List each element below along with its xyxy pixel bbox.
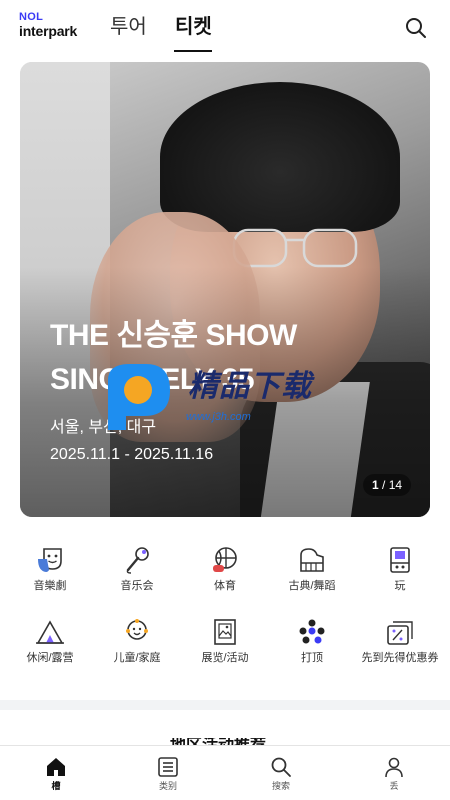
dots-cluster-icon	[299, 619, 325, 644]
category-label: 音樂劇	[33, 580, 67, 592]
category-sports[interactable]: 体育	[180, 545, 270, 605]
active-tab-indicator	[174, 50, 212, 52]
category-label: 休闲/露营	[26, 652, 74, 664]
hero-dates: 2025.11.1 - 2025.11.16	[50, 446, 214, 463]
coupon-icon	[387, 621, 413, 645]
theater-mask-icon	[38, 548, 62, 572]
pager-total: 14	[388, 478, 403, 492]
category-label: 玩	[394, 580, 406, 592]
watermark-url: www.j3h.com	[186, 411, 251, 423]
picture-frame-icon	[214, 619, 236, 645]
search-icon	[271, 757, 291, 777]
category-label: 古典/舞蹈	[288, 580, 336, 592]
tab-ticket[interactable]: 티켓	[175, 14, 212, 40]
category-leisure-camping[interactable]: 休闲/露营	[5, 617, 95, 677]
category-label: 音乐会	[120, 580, 154, 592]
nav-label: 搜索	[271, 781, 290, 791]
category-concert[interactable]: 音乐会	[92, 545, 182, 605]
category-kids-family[interactable]: 儿童/家庭	[92, 617, 182, 677]
watermark-logo-icon	[108, 364, 170, 430]
pager-current: 1	[372, 478, 379, 492]
nav-home[interactable]: 槽	[26, 756, 86, 798]
nav-label: 类别	[158, 781, 177, 791]
hero-pager[interactable]: 1 / 14	[363, 474, 412, 496]
nol-interpark-logo[interactable]: NOL interpark	[19, 12, 89, 42]
category-top[interactable]: 打顶	[267, 617, 357, 677]
person-icon	[385, 757, 403, 778]
bottom-navigation: 槽 类别 搜索 丢	[0, 745, 450, 800]
category-label: 儿童/家庭	[113, 652, 161, 664]
category-musical[interactable]: 音樂劇	[5, 545, 95, 605]
search-button[interactable]	[404, 16, 428, 40]
category-label: 先到先得优惠券	[361, 652, 439, 664]
basketball-icon	[213, 547, 237, 572]
microphone-icon	[126, 547, 149, 574]
nav-search[interactable]: 搜索	[251, 756, 311, 798]
logo-line2: interpark	[19, 23, 78, 39]
nav-my[interactable]: 丢	[364, 756, 424, 798]
nav-label: 槽	[51, 781, 61, 791]
category-play[interactable]: 玩	[355, 545, 445, 605]
arcade-icon	[390, 547, 410, 573]
category-label: 体育	[214, 580, 236, 592]
top-header: NOL interpark 투어 티켓	[0, 0, 450, 56]
category-label: 打顶	[301, 652, 323, 664]
logo-line1: NOL	[19, 11, 44, 23]
watermark-text: 精品下载	[188, 370, 312, 403]
category-label: 展览/活动	[201, 652, 249, 664]
pager-separator: /	[378, 478, 389, 492]
nav-label: 丢	[389, 781, 399, 791]
search-icon	[406, 18, 426, 38]
nav-category[interactable]: 类别	[138, 756, 198, 798]
list-icon	[158, 757, 178, 777]
category-first-come-coupon[interactable]: 先到先得优惠券	[355, 617, 445, 677]
category-exhibition-event[interactable]: 展览/活动	[180, 617, 270, 677]
category-classic-dance[interactable]: 古典/舞蹈	[267, 545, 357, 605]
piano-icon	[300, 548, 324, 572]
child-icon	[126, 619, 148, 640]
tab-tour[interactable]: 투어	[110, 14, 147, 40]
home-icon	[47, 758, 65, 776]
hero-banner[interactable]: THE 신승훈 SHOW SINCERELY 35 서울, 부산, 대구 202…	[20, 62, 430, 517]
section-divider	[0, 700, 450, 710]
tent-icon	[36, 620, 64, 644]
